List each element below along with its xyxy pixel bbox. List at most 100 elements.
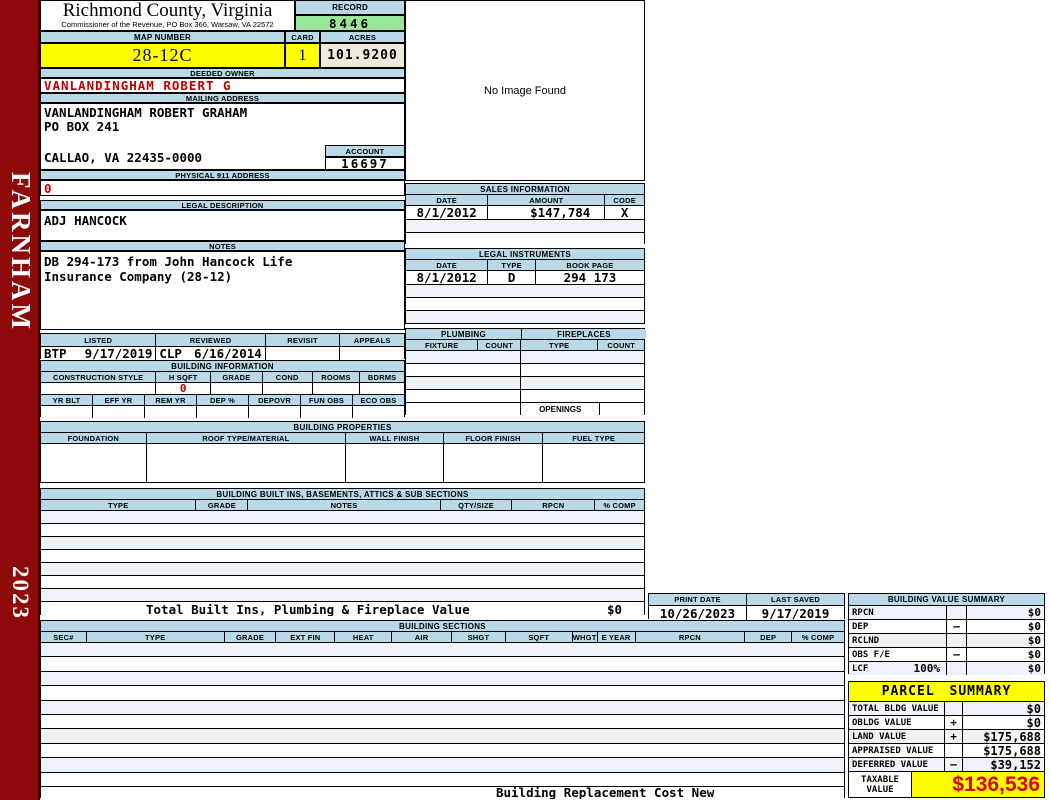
ps-appraised-op <box>944 744 962 757</box>
listed-date: 9/17/2019 <box>84 347 153 360</box>
notes-header: NOTES <box>40 241 405 251</box>
sales-empty-row <box>406 219 644 232</box>
instruments-empty-row <box>406 310 644 323</box>
bs-eyear-header: E YEAR <box>596 632 635 642</box>
deeded-owner-header: DEEDED OWNER <box>40 68 405 78</box>
ps-obldg-label: OBLDG VALUE <box>852 717 912 728</box>
eff-yr-header: EFF YR <box>92 395 144 405</box>
grade-header: GRADE <box>210 372 262 382</box>
instruments-empty-row <box>406 297 644 310</box>
construction-style-value <box>41 383 155 394</box>
building-information-table: BUILDING INFORMATION CONSTRUCTION STYLE … <box>40 360 405 418</box>
bvs-dep-value: $0 <box>966 620 1044 633</box>
last-saved-value: 9/17/2019 <box>746 606 844 620</box>
rooms-header: ROOMS <box>311 372 360 382</box>
building-sections-empty-row <box>41 742 844 758</box>
wall-finish-value <box>345 444 443 482</box>
built-ins-title: BUILDING BUILT INS, BASEMENTS, ATTICS & … <box>41 489 644 499</box>
card-value: 1 <box>285 43 320 68</box>
bs-heat-header: HEAT <box>334 632 392 642</box>
bvs-rpcn-op <box>946 606 966 619</box>
parcel-summary: PARCEL SUMMARY TOTAL BLDG VALUE $0 OBLDG… <box>848 681 1045 798</box>
bs-dep-header: DEP <box>744 632 792 642</box>
ps-appraised-value: $175,688 <box>962 744 1044 757</box>
revisit-value <box>264 347 340 360</box>
print-saved-table: PRINT DATE LAST SAVED 10/26/2023 9/17/20… <box>648 593 845 620</box>
bs-extfin-header: EXT FIN <box>275 632 335 642</box>
record-value: 8446 <box>295 15 405 31</box>
instruments-empty-row <box>406 284 644 297</box>
sale-date: 8/1/2012 <box>416 206 477 219</box>
building-sections-table: BUILDING SECTIONS SEC# TYPE GRADE EXT FI… <box>40 620 845 799</box>
instrument-bookpage: 294 173 <box>534 271 644 284</box>
openings-label: OPENINGS <box>520 403 599 415</box>
built-ins-grade-header: GRADE <box>195 500 248 510</box>
notes-line1: DB 294-173 from John Hancock Life <box>44 254 293 269</box>
bvs-obs-value: $0 <box>966 648 1044 661</box>
print-date-value: 10/26/2023 <box>659 606 736 620</box>
bvs-dep-op: – <box>946 620 966 633</box>
listed-value: BTP 9/17/2019 <box>41 347 155 360</box>
sales-date-header: DATE <box>406 195 488 205</box>
bvs-lcf-label: LCF 100% <box>852 662 941 675</box>
print-date-header: PRINT DATE <box>649 594 746 605</box>
building-value-summary-title: BUILDING VALUE SUMMARY <box>849 594 1044 605</box>
built-ins-type-header: TYPE <box>41 500 196 510</box>
building-replacement-note: Building Replacement Cost New <box>496 786 715 799</box>
built-ins-total-label: Total Built Ins, Plumbing & Fireplace Va… <box>146 602 470 616</box>
bs-sec-header: SEC# <box>41 632 86 642</box>
ps-land-value: $175,688 <box>962 730 1044 743</box>
openings-value <box>599 403 644 415</box>
revisit-header: REVISIT <box>264 334 340 346</box>
bvs-obs-label: OBS F/E <box>852 649 890 660</box>
fireplaces-count-header: COUNT <box>597 340 644 350</box>
eco-obs-value <box>352 406 404 418</box>
bvs-dep-label: DEP <box>852 621 869 632</box>
building-sections-empty-row <box>41 685 844 700</box>
bvs-lcf-pct: 100% <box>913 662 941 675</box>
rem-yr-header: REM YR <box>144 395 196 405</box>
plumbing-fixture-header: FIXTURE <box>406 340 478 350</box>
sales-information-table: SALES INFORMATION DATE AMOUNT CODE 8/1/2… <box>405 183 645 244</box>
card-header: CARD <box>285 31 320 43</box>
fuel-type-header: FUEL TYPE <box>542 433 644 443</box>
rem-yr-value <box>144 406 196 418</box>
ps-deferred-op: – <box>944 758 962 771</box>
eco-obs-header: ECO OBS <box>352 395 404 405</box>
construction-style-header: CONSTRUCTION STYLE <box>41 372 156 382</box>
foundation-header: FOUNDATION <box>41 433 146 443</box>
instrument-date-header: DATE <box>406 260 488 270</box>
notes-line2: Insurance Company (28-12) <box>44 269 233 284</box>
bs-type-header: TYPE <box>85 632 224 642</box>
wall-finish-header: WALL FINISH <box>345 433 443 443</box>
appeals-header: APPEALS <box>339 334 404 346</box>
bs-whgt-header: WHGT <box>571 632 597 642</box>
legal-instruments-table: LEGAL INSTRUMENTS DATE TYPE BOOK PAGE 8/… <box>405 248 645 324</box>
plumbing-count-header: COUNT <box>477 340 521 350</box>
instrument-date: 8/1/2012 <box>416 271 477 284</box>
rooms-value <box>311 383 360 394</box>
sales-title: SALES INFORMATION <box>406 184 644 194</box>
sales-amount-header: AMOUNT <box>487 195 605 205</box>
account-value: 16697 <box>325 156 405 171</box>
bvs-rclnd-value: $0 <box>966 634 1044 647</box>
depovr-value <box>248 406 300 418</box>
appeals-value <box>339 347 404 360</box>
bvs-lcf-op <box>946 662 966 675</box>
sales-code-header: CODE <box>604 195 644 205</box>
h-sqft-header: H SQFT <box>155 372 211 382</box>
foundation-value <box>41 444 146 482</box>
ps-appraised-label: APPRAISED VALUE <box>852 745 934 756</box>
eff-yr-value <box>92 406 144 418</box>
mailing-name: VANLANDINGHAM ROBERT GRAHAM <box>44 105 248 120</box>
building-sections-empty-row <box>41 757 844 772</box>
taxable-value: $136,536 <box>911 772 1044 797</box>
reviewed-header: REVIEWED <box>155 334 265 346</box>
ps-land-op: + <box>944 730 962 743</box>
ps-total-bldg-label: TOTAL BLDG VALUE <box>852 703 939 714</box>
built-ins-empty-row <box>41 562 644 575</box>
built-ins-empty-row <box>41 575 644 588</box>
built-ins-notes-header: NOTES <box>247 500 440 510</box>
building-sections-empty-row <box>41 699 844 714</box>
reviewed-value: CLP 6/16/2014 <box>155 347 264 360</box>
